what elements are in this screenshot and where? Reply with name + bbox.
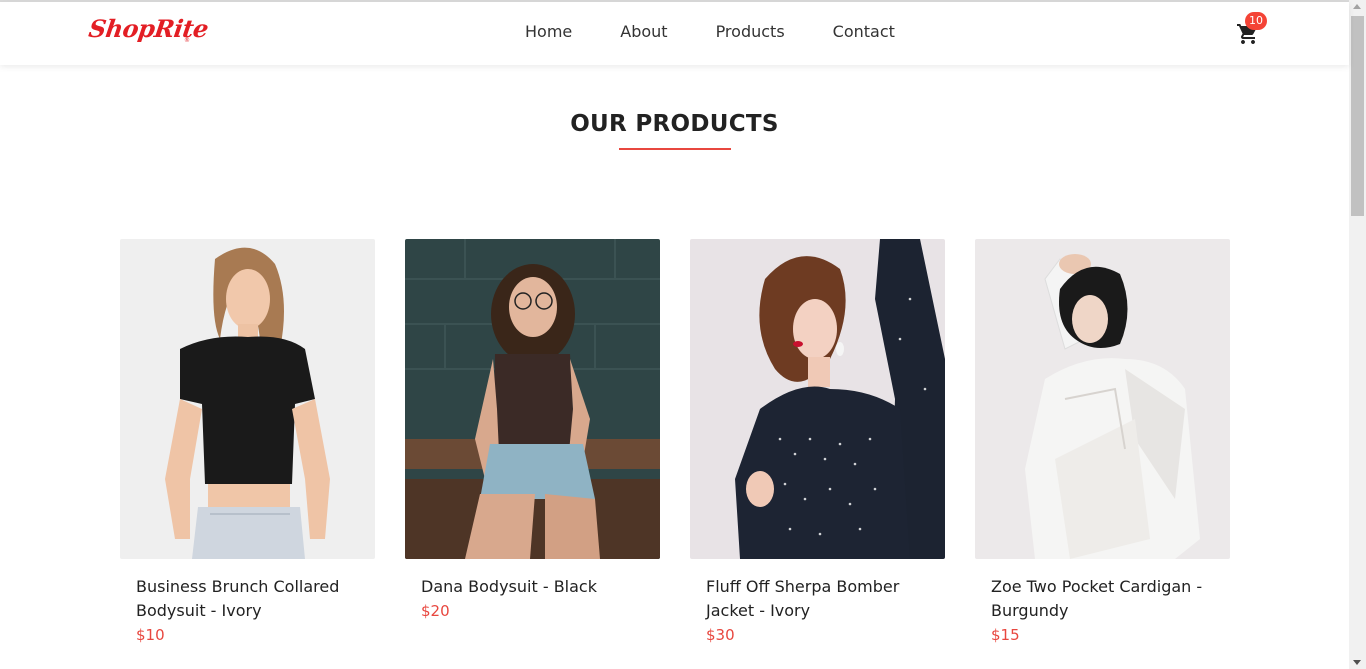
section-title: OUR PRODUCTS — [570, 111, 779, 137]
product-price: $10 — [136, 626, 165, 644]
nav-home-link[interactable]: Home — [501, 22, 596, 41]
product-name[interactable]: Dana Bodysuit - Black — [421, 575, 641, 599]
shoprite-logo[interactable]: ShopRite — [87, 14, 210, 43]
product-image[interactable] — [975, 239, 1230, 559]
product-card[interactable]: Business Brunch Collared Bodysuit - Ivor… — [120, 239, 375, 647]
product-price: $30 — [706, 626, 735, 644]
product-name[interactable]: Zoe Two Pocket Cardigan - Burgundy — [991, 575, 1211, 623]
product-image[interactable] — [690, 239, 945, 559]
nav-menu: Home About Products Contact — [501, 22, 919, 41]
product-card[interactable]: Zoe Two Pocket Cardigan - Burgundy $15 — [975, 239, 1230, 647]
nav-about-link[interactable]: About — [596, 22, 691, 41]
product-name[interactable]: Fluff Off Sherpa Bomber Jacket - Ivory — [706, 575, 926, 623]
product-price: $15 — [991, 626, 1020, 644]
product-image[interactable] — [120, 239, 375, 559]
scroll-down-arrow-icon[interactable] — [1353, 660, 1361, 665]
product-name[interactable]: Business Brunch Collared Bodysuit - Ivor… — [136, 575, 356, 623]
product-image[interactable] — [405, 239, 660, 559]
product-grid: Business Brunch Collared Bodysuit - Ivor… — [120, 239, 1230, 647]
cart-count-badge: 10 — [1245, 12, 1267, 30]
nav-products-link[interactable]: Products — [692, 22, 809, 41]
navbar: ShopRite ® Home About Products Contact — [0, 2, 1349, 65]
scroll-up-arrow-icon[interactable] — [1353, 4, 1361, 9]
product-card[interactable]: Dana Bodysuit - Black $20 — [405, 239, 660, 647]
title-underline — [619, 148, 731, 150]
registered-mark: ® — [184, 37, 190, 44]
page: ShopRite ® Home About Products Contact 1… — [0, 0, 1366, 669]
scrollbar-thumb[interactable] — [1351, 16, 1364, 216]
product-price: $20 — [421, 602, 450, 620]
product-card[interactable]: Fluff Off Sherpa Bomber Jacket - Ivory $… — [690, 239, 945, 647]
nav-contact-link[interactable]: Contact — [809, 22, 919, 41]
